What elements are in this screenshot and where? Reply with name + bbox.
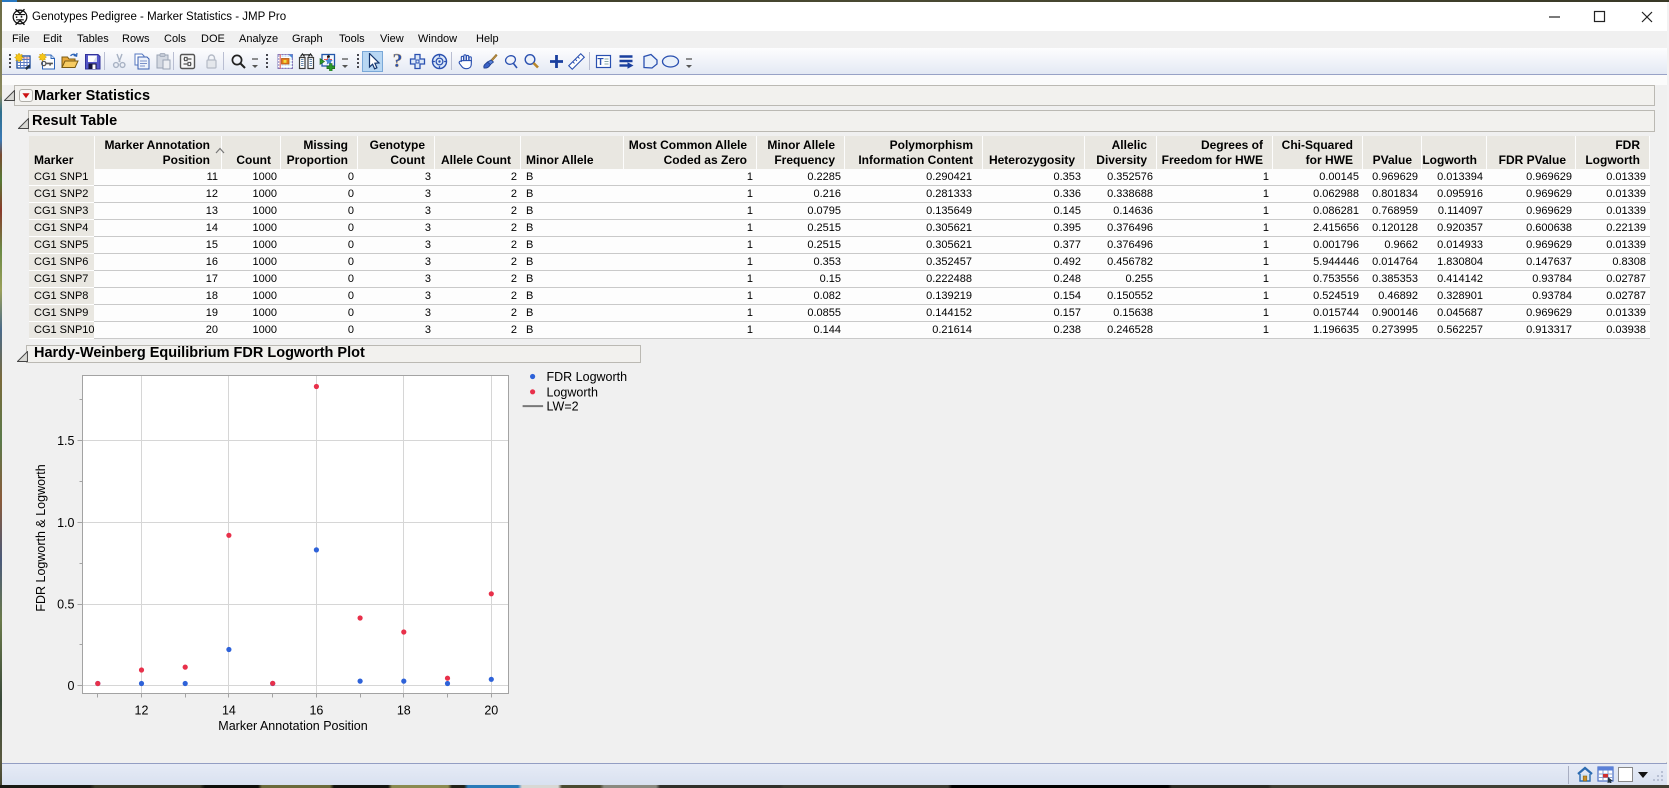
- svg-text:T: T: [597, 57, 603, 68]
- svg-text:FDR Logworth: FDR Logworth: [547, 370, 628, 384]
- svg-text:Logworth: Logworth: [547, 385, 598, 399]
- svg-text:1.5: 1.5: [57, 434, 74, 448]
- svg-text:14: 14: [222, 704, 236, 718]
- svg-text:1.0: 1.0: [57, 516, 74, 530]
- svg-text:18: 18: [397, 704, 411, 718]
- svg-text:16: 16: [309, 704, 323, 718]
- svg-text:FDR Logworth & Logworth: FDR Logworth & Logworth: [34, 464, 48, 611]
- svg-text:0.5: 0.5: [57, 598, 74, 612]
- svg-text:Marker Annotation Position: Marker Annotation Position: [218, 719, 367, 733]
- svg-text:12: 12: [135, 704, 149, 718]
- svg-text:?: ?: [393, 52, 403, 71]
- svg-text:0: 0: [68, 679, 75, 693]
- svg-text:LW=2: LW=2: [547, 400, 579, 414]
- svg-text:20: 20: [484, 704, 498, 718]
